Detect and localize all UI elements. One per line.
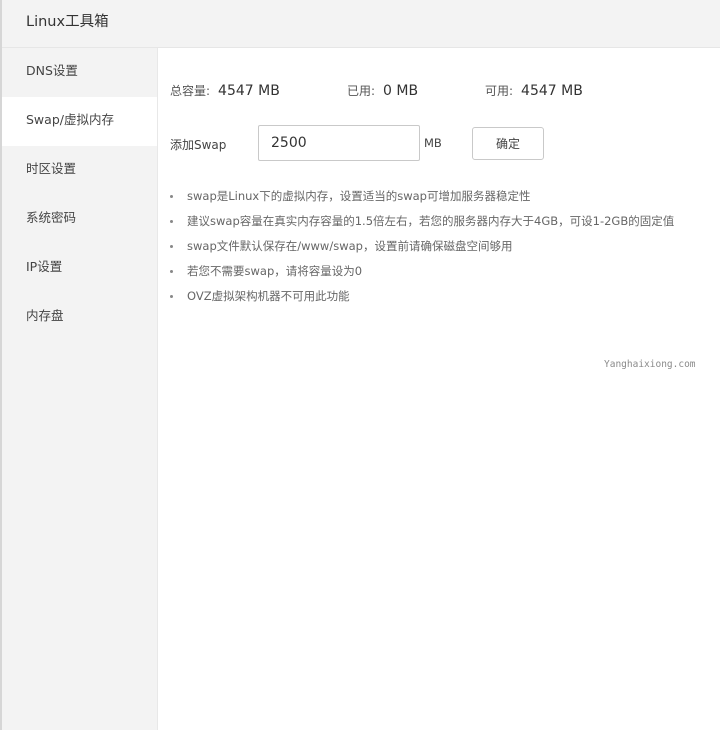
watermark: Yanghaixiong.com bbox=[604, 359, 696, 370]
bullet-icon bbox=[170, 295, 173, 298]
swap-size-input[interactable] bbox=[258, 125, 420, 161]
stat-available-value: 4547 MB bbox=[521, 82, 583, 99]
sidebar-item-swap[interactable]: Swap/虚拟内存 bbox=[2, 97, 157, 146]
swap-stats: 总容量: 4547 MB 已用: 0 MB 可用: 4547 MB bbox=[170, 82, 710, 102]
stat-total-label: 总容量: bbox=[170, 84, 211, 98]
stat-used-value: 0 MB bbox=[383, 82, 419, 99]
stat-used: 已用: 0 MB bbox=[347, 82, 418, 99]
swap-form: 添加Swap MB 确定 bbox=[170, 125, 710, 163]
list-item: swap是Linux下的虚拟内存，设置适当的swap可增加服务器稳定性 bbox=[170, 184, 720, 209]
tip-text: OVZ虚拟架构机器不可用此功能 bbox=[187, 289, 350, 303]
swap-panel: 总容量: 4547 MB 已用: 0 MB 可用: 4547 MB 添加Swap MB… bbox=[158, 48, 720, 730]
swap-unit-label: MB bbox=[424, 136, 442, 150]
sidebar: DNS设置 Swap/虚拟内存 时区设置 系统密码 IP设置 内存盘 bbox=[2, 48, 158, 730]
sidebar-item-dns[interactable]: DNS设置 bbox=[2, 48, 157, 97]
sidebar-item-ramdisk[interactable]: 内存盘 bbox=[2, 293, 157, 342]
stat-available-label: 可用: bbox=[485, 84, 514, 98]
sidebar-item-password[interactable]: 系统密码 bbox=[2, 195, 157, 244]
swap-size-label: 添加Swap bbox=[170, 138, 227, 152]
app-header: Linux工具箱 bbox=[2, 0, 720, 48]
bullet-icon bbox=[170, 270, 173, 273]
bullet-icon bbox=[170, 195, 173, 198]
bullet-icon bbox=[170, 245, 173, 248]
tip-text: swap文件默认保存在/www/swap，设置前请确保磁盘空间够用 bbox=[187, 239, 513, 253]
stat-total: 总容量: 4547 MB bbox=[170, 82, 280, 99]
stat-used-label: 已用: bbox=[347, 84, 376, 98]
tip-text: 若您不需要swap，请将容量设为0 bbox=[187, 264, 363, 278]
list-item: swap文件默认保存在/www/swap，设置前请确保磁盘空间够用 bbox=[170, 234, 720, 259]
list-item: OVZ虚拟架构机器不可用此功能 bbox=[170, 284, 720, 309]
tip-text: swap是Linux下的虚拟内存，设置适当的swap可增加服务器稳定性 bbox=[187, 189, 531, 203]
tip-text: 建议swap容量在真实内存容量的1.5倍左右，若您的服务器内存大于4GB，可设1… bbox=[187, 214, 675, 228]
tips-list: swap是Linux下的虚拟内存，设置适当的swap可增加服务器稳定性 建议sw… bbox=[170, 184, 720, 309]
stat-available: 可用: 4547 MB bbox=[485, 82, 583, 99]
confirm-button[interactable]: 确定 bbox=[472, 127, 544, 160]
app-title: Linux工具箱 bbox=[26, 14, 109, 30]
bullet-icon bbox=[170, 220, 173, 223]
list-item: 若您不需要swap，请将容量设为0 bbox=[170, 259, 720, 284]
stat-total-value: 4547 MB bbox=[218, 82, 280, 99]
list-item: 建议swap容量在真实内存容量的1.5倍左右，若您的服务器内存大于4GB，可设1… bbox=[170, 209, 720, 234]
sidebar-item-ip[interactable]: IP设置 bbox=[2, 244, 157, 293]
sidebar-item-timezone[interactable]: 时区设置 bbox=[2, 146, 157, 195]
